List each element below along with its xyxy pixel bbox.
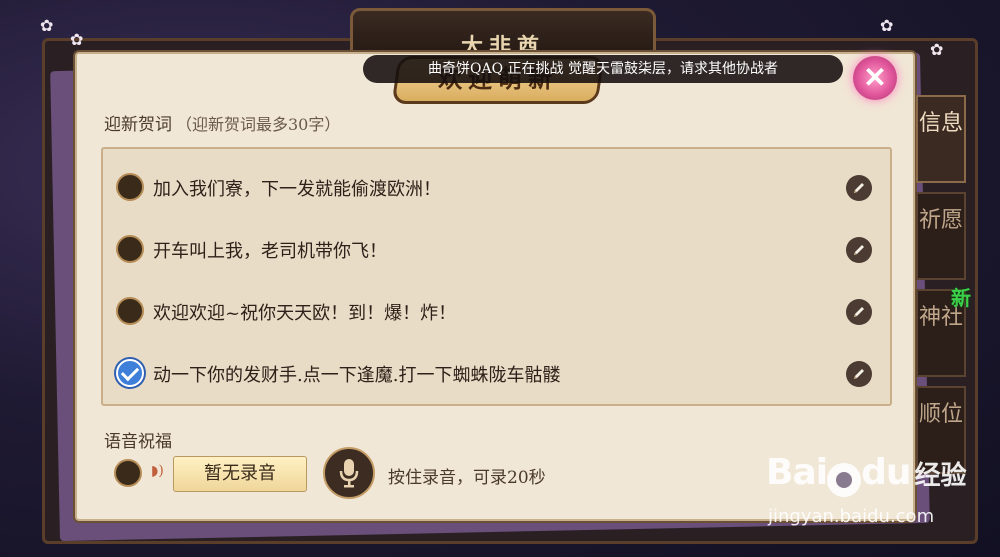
- edit-pencil-icon[interactable]: [846, 361, 872, 387]
- edit-pencil-icon[interactable]: [846, 299, 872, 325]
- greeting-option-4[interactable]: 动一下你的发财手.点一下逢魔.打一下蜘蛛陇车骷髅: [103, 341, 890, 403]
- close-icon: ✕: [863, 61, 887, 94]
- greeting-option-1[interactable]: 加入我们寮，下一发就能偷渡欧洲！: [103, 155, 890, 217]
- play-recording-button[interactable]: 暂无录音: [173, 456, 307, 492]
- edit-pencil-icon[interactable]: [846, 175, 872, 201]
- watermark-url: jingyan.baidu.com: [768, 506, 935, 527]
- greeting-text: 加入我们寮，下一发就能偷渡欧洲！: [153, 179, 441, 200]
- radio-icon[interactable]: [116, 297, 144, 325]
- record-hint: 按住录音，可录20秒: [388, 468, 546, 488]
- greeting-option-3[interactable]: 欢迎欢迎~祝你天天欧！到！爆！炸！: [103, 279, 890, 341]
- radio-icon[interactable]: [116, 235, 144, 263]
- greeting-hint: （迎新贺词最多30字）: [176, 115, 341, 134]
- blossom-decoration: ✿: [70, 30, 84, 49]
- microphone-icon: [339, 459, 359, 488]
- watermark-brand-b: du: [861, 452, 911, 493]
- edit-pencil-icon[interactable]: [846, 237, 872, 263]
- blossom-decoration: ✿: [40, 16, 54, 35]
- tab-info[interactable]: 信息: [916, 95, 966, 183]
- tab-wish[interactable]: 祈愿: [916, 192, 966, 280]
- broadcast-marquee: 曲奇饼QAQ 正在挑战 觉醒天雷鼓柒层，请求其他协战者: [363, 55, 843, 83]
- greeting-label: 迎新贺词: [104, 115, 172, 135]
- blossom-decoration: ✿: [930, 40, 944, 59]
- greeting-text: 动一下你的发财手.点一下逢魔.打一下蜘蛛陇车骷髅: [153, 365, 561, 386]
- checked-radio-icon[interactable]: [116, 359, 144, 387]
- paw-icon: [827, 462, 862, 497]
- greeting-text: 开车叫上我，老司机带你飞！: [153, 241, 387, 262]
- greeting-list: 加入我们寮，下一发就能偷渡欧洲！ 开车叫上我，老司机带你飞！ 欢迎欢迎~祝你天天…: [101, 147, 892, 406]
- greeting-text: 欢迎欢迎~祝你天天欧！到！爆！炸！: [153, 303, 457, 324]
- watermark-brand-cn: 经验: [914, 461, 967, 491]
- voice-radio-icon[interactable]: [114, 459, 142, 487]
- record-button[interactable]: [323, 447, 375, 499]
- new-badge: 新: [951, 286, 971, 310]
- greeting-option-2[interactable]: 开车叫上我，老司机带你飞！: [103, 217, 890, 279]
- voice-section-label: 语音祝福: [104, 432, 172, 452]
- close-button[interactable]: ✕: [853, 56, 897, 100]
- greeting-section-label: 迎新贺词 （迎新贺词最多30字）: [104, 110, 340, 135]
- sound-wave-icon: ◗): [151, 463, 164, 479]
- blossom-decoration: ✿: [880, 16, 894, 35]
- baidu-watermark: Bai du 经验 jingyan.baidu.com: [766, 452, 967, 527]
- radio-icon[interactable]: [116, 173, 144, 201]
- watermark-brand-a: Bai: [766, 452, 828, 493]
